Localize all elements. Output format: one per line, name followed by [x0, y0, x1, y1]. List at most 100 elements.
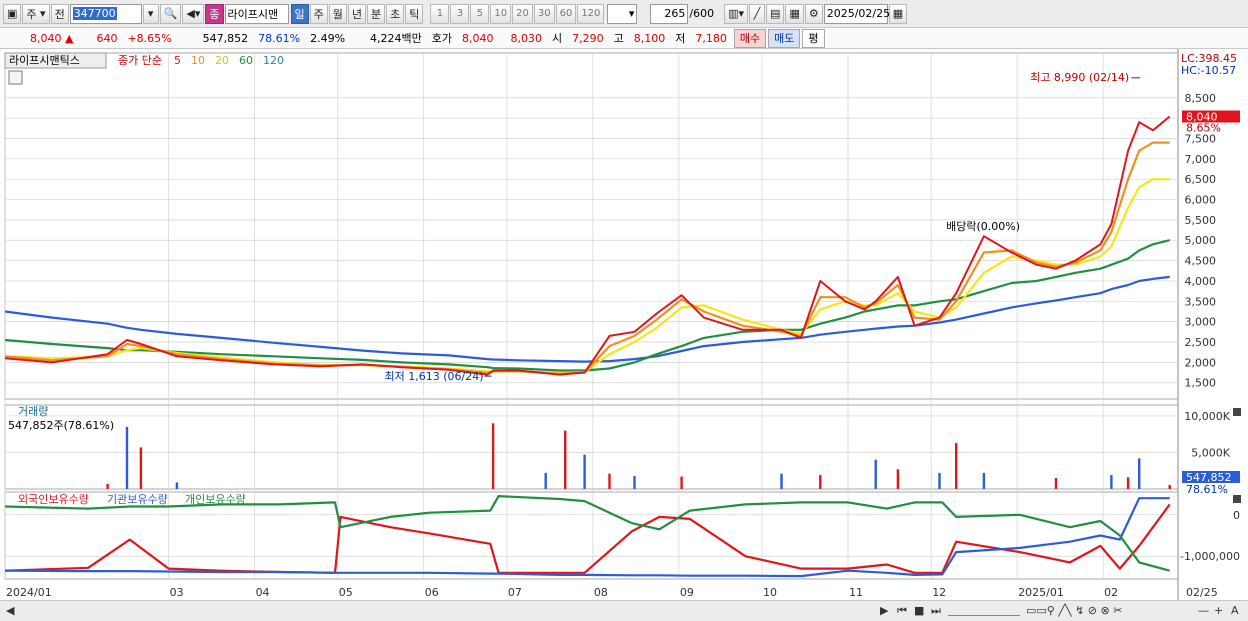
- volume-bar: [1126, 477, 1130, 489]
- x-tick-3: 05: [339, 586, 353, 599]
- scroll-control-2[interactable]: ■: [914, 604, 924, 617]
- tab-interval-3[interactable]: 3: [450, 3, 470, 24]
- gear-icon[interactable]: ⚙: [804, 3, 823, 24]
- stock-chart[interactable]: 라이프시맨틱스 종가 단순 5 10 20 60 120 최고 8,990 (02/14…: [0, 49, 1248, 600]
- tab-interval-1[interactable]: 1: [430, 3, 450, 24]
- volume-bar: [175, 482, 179, 489]
- zoom-in-button[interactable]: +: [1214, 604, 1223, 617]
- x-tick-12: 02: [1104, 586, 1118, 599]
- x-tick-11: 2025/01: [1018, 586, 1064, 599]
- x-tick-4: 06: [425, 586, 439, 599]
- tab-period-6[interactable]: 틱: [405, 3, 424, 24]
- buy-button[interactable]: 매수: [733, 28, 767, 48]
- price-y-tick-0: 1,500: [1185, 377, 1217, 390]
- table-toggle-icon[interactable]: [8, 70, 23, 85]
- x-tick-7: 09: [680, 586, 694, 599]
- price-y-tick-14: 8,500: [1185, 92, 1217, 105]
- last-volume-pct: 78.61%: [1186, 483, 1228, 496]
- chart-background: [0, 49, 1248, 600]
- tab-interval-30[interactable]: 30: [533, 3, 555, 24]
- sell-button[interactable]: 매도: [768, 28, 801, 48]
- price-y-tick-11: 7,000: [1185, 153, 1217, 166]
- jong-tag[interactable]: 종: [205, 3, 224, 24]
- hoga-label: 호가: [431, 32, 453, 45]
- tool-icons[interactable]: ▭▭⚲ ╱╲ ↯ ⊘ ⊗ ✂: [1026, 604, 1122, 617]
- speaker-icon[interactable]: ◀▾: [182, 3, 205, 24]
- pane-close-icon[interactable]: [1233, 408, 1241, 416]
- volume-bar: [608, 473, 611, 489]
- prev-button[interactable]: 전: [50, 3, 69, 24]
- tab-period-2[interactable]: 월: [328, 3, 347, 24]
- tab-period-5[interactable]: 초: [386, 3, 405, 24]
- ask-price: 8,040: [462, 31, 494, 45]
- tab-period-0[interactable]: 일: [290, 3, 309, 24]
- volume-bar: [819, 475, 822, 489]
- price-y-tick-7: 5,000: [1185, 234, 1217, 247]
- layout-icon[interactable]: ▣: [3, 3, 22, 24]
- up-arrow-icon: ▲: [65, 31, 74, 45]
- pane-close-icon[interactable]: [1233, 495, 1241, 503]
- tab-interval-5[interactable]: 5: [470, 3, 490, 24]
- zoom-out-button[interactable]: —: [1198, 604, 1209, 617]
- tab-interval-60[interactable]: 60: [555, 3, 577, 24]
- drawing-tool-icon[interactable]: ╱: [749, 3, 766, 24]
- volume-bar: [938, 472, 941, 489]
- tab-period-1[interactable]: 주: [309, 3, 328, 24]
- market-label: 주: [26, 7, 37, 21]
- scroll-control-1[interactable]: ⏮: [897, 604, 907, 618]
- volume-ratio: 78.61%: [258, 31, 301, 45]
- open-price: 7,290: [572, 31, 604, 45]
- volume-current: 547,852주(78.61%): [8, 419, 114, 432]
- volume-bar: [955, 443, 958, 489]
- price-y-tick-8: 5,500: [1185, 214, 1217, 227]
- annotation-2: 배당락(0.00%): [946, 220, 1020, 233]
- stock-code-input[interactable]: 347700: [69, 3, 142, 24]
- price-y-tick-4: 3,500: [1185, 295, 1217, 308]
- price-y-tick-9: 6,000: [1185, 194, 1217, 207]
- tab-interval-120[interactable]: 120: [577, 3, 605, 24]
- volume-bar: [583, 454, 586, 489]
- calendar-icon[interactable]: ▦: [888, 3, 908, 24]
- font-size-button[interactable]: A: [1231, 604, 1239, 617]
- annotation-0: 최고 8,990 (02/14): [1030, 71, 1129, 84]
- interval-select[interactable]: ▾: [607, 3, 638, 24]
- search-icon[interactable]: 🔍: [159, 3, 182, 24]
- high-price: 8,100: [633, 31, 666, 45]
- volume-bar: [1054, 478, 1058, 489]
- stock-name-field[interactable]: 라이프시맨: [224, 3, 289, 24]
- x-tick-6: 08: [594, 586, 608, 599]
- volume-bar: [491, 423, 495, 489]
- volume-bar: [544, 472, 547, 489]
- code-dropdown-icon[interactable]: ▾: [142, 3, 159, 24]
- ma-legend-60: 60: [239, 54, 253, 67]
- volume-y-tick-0: 5,000K: [1191, 446, 1230, 459]
- price-value: 8,040: [30, 31, 62, 45]
- ma-legend-20: 20: [215, 54, 229, 67]
- interval-tabs: 1 3 5 10 20 30 60 120: [430, 3, 605, 24]
- scroll-left-icon[interactable]: ◀: [6, 604, 14, 617]
- market-select[interactable]: 주 ▾: [22, 3, 50, 24]
- turnover: 2.49%: [310, 31, 346, 45]
- last-pct-label: 8.65%: [1186, 122, 1221, 135]
- volume-bar: [896, 469, 900, 489]
- count-max: /600: [689, 7, 715, 20]
- scroll-control-0[interactable]: ▶: [880, 604, 888, 617]
- volume-bar: [1168, 485, 1171, 489]
- last-date-label: 02/25: [1186, 586, 1218, 599]
- zoom-slider[interactable]: [948, 604, 1020, 616]
- tab-period-3[interactable]: 년: [347, 3, 366, 24]
- ma-legend-10: 10: [191, 54, 205, 67]
- tab-period-4[interactable]: 분: [367, 3, 386, 24]
- tab-interval-20[interactable]: 20: [512, 3, 533, 24]
- scroll-control-3[interactable]: ⏭: [931, 604, 941, 618]
- pyeong-button[interactable]: 평: [802, 28, 825, 48]
- chart-scrollbar[interactable]: ◀ ▶ ⏮ ■ ⏭ ▭▭⚲ ╱╲ ↯ ⊘ ⊗ ✂ — + A: [0, 600, 1248, 621]
- tab-interval-10[interactable]: 10: [490, 3, 512, 24]
- overlay-icon[interactable]: ▤: [766, 3, 785, 24]
- volume-bar: [106, 483, 109, 489]
- save-icon[interactable]: ▦: [785, 3, 804, 24]
- count-input[interactable]: 265: [650, 3, 689, 24]
- date-input[interactable]: 2025/02/25: [823, 3, 890, 24]
- stock-title: 라이프시맨틱스: [9, 54, 80, 67]
- candle-type-icon[interactable]: ▥▾: [724, 3, 749, 24]
